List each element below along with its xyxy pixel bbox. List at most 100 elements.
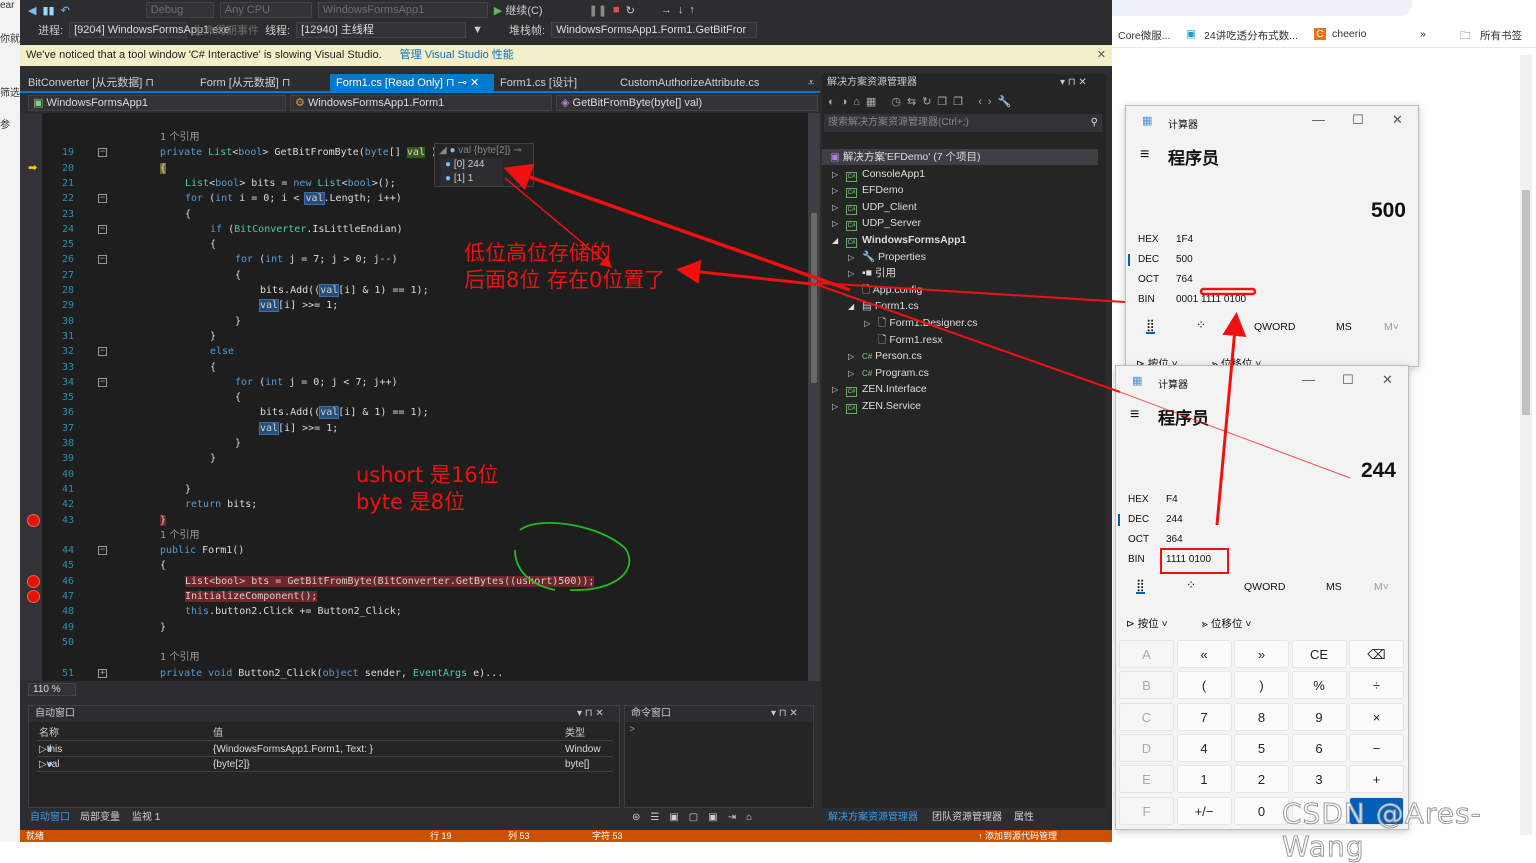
key-button[interactable]: E <box>1119 765 1174 793</box>
tab-overflow-icon[interactable]: ⩡ <box>802 74 820 92</box>
key-button[interactable]: ÷ <box>1349 671 1404 699</box>
key-button[interactable]: D <box>1119 734 1174 762</box>
tab-watch1[interactable]: 监视 1 <box>132 809 160 827</box>
data-tip-item[interactable]: ● [1] 1 <box>441 172 503 186</box>
key-button[interactable]: 7 <box>1177 703 1232 731</box>
address-bar[interactable] <box>1112 0 1412 16</box>
key-button[interactable]: CE <box>1292 640 1347 668</box>
code-line[interactable]: 37val[i] >>= 1; <box>20 421 810 436</box>
maximize-button[interactable]: ☐ <box>1342 372 1354 388</box>
process-select[interactable]: [9204] WindowsFormsApp1.exe <box>69 22 187 38</box>
key-button[interactable]: C <box>1119 703 1174 731</box>
tab-team-explorer[interactable]: 团队资源管理器 <box>932 809 1002 827</box>
restart-icon[interactable]: ↻ <box>626 4 635 17</box>
code-line[interactable]: 35{ <box>20 390 810 405</box>
tab-bitconverter[interactable]: BitConverter [从元数据] ⊓ <box>22 74 160 92</box>
key-button[interactable]: +/− <box>1177 797 1232 825</box>
tree-item[interactable]: ▷▪■ 引用 <box>848 265 896 281</box>
bit-toggle-icon[interactable]: ⁘ <box>1196 318 1206 332</box>
fold-toggle-icon[interactable]: − <box>98 546 107 555</box>
code-line[interactable]: 22−for (int i = 0; i < val.Length; i++) <box>20 191 810 206</box>
tree-item[interactable]: ▷🔧 Properties <box>848 249 926 265</box>
code-line[interactable]: 45{ <box>20 558 810 573</box>
code-line[interactable]: 51+private void Button2_Click(object sen… <box>20 666 810 681</box>
key-button[interactable]: ) <box>1234 671 1289 699</box>
code-line[interactable]: 33{ <box>20 360 810 375</box>
bookmark[interactable]: 所有书签 <box>1480 28 1522 43</box>
tab-properties[interactable]: 属性 <box>1014 809 1034 827</box>
bookmark[interactable]: cheerio <box>1332 28 1366 40</box>
keypad-icon[interactable]: ⣿ <box>1146 318 1155 334</box>
search-input[interactable]: 搜索解决方案资源管理器(Ctrl+;)⚲ <box>824 114 1102 132</box>
tree-item[interactable]: ◢C#WindowsFormsApp1 <box>832 232 966 248</box>
key-button[interactable]: A <box>1119 640 1174 668</box>
manage-performance-link[interactable]: 管理 Visual Studio 性能 <box>400 49 514 61</box>
code-line[interactable]: 24−if (BitConverter.IsLittleEndian) <box>20 222 810 237</box>
zoom-select[interactable]: 110 % <box>28 683 76 696</box>
radix-hex[interactable]: HEX1F4 <box>1138 234 1338 245</box>
code-line[interactable]: 32−else <box>20 344 810 359</box>
scrollbar[interactable] <box>1520 55 1532 835</box>
key-button[interactable]: 9 <box>1292 703 1347 731</box>
code-line[interactable]: 46List<bool> bts = GetBitFromByte(BitCon… <box>20 574 810 589</box>
code-line[interactable]: 30} <box>20 314 810 329</box>
memory-store-button[interactable]: MS <box>1336 321 1352 333</box>
radix-dec[interactable]: DEC500 <box>1138 254 1338 265</box>
key-button[interactable]: + <box>1349 765 1404 793</box>
code-line[interactable]: 47InitializeComponent(); <box>20 589 810 604</box>
member-select[interactable]: ◈ GetBitFromByte(byte[] val) <box>556 95 818 111</box>
code-line[interactable]: 27{ <box>20 268 810 283</box>
code-line[interactable]: 29val[i] >>= 1; <box>20 298 810 313</box>
key-button[interactable]: F <box>1119 797 1174 825</box>
tree-item[interactable]: 🗋 Form1.resx <box>864 332 942 348</box>
tree-item[interactable]: ◢▤ Form1.cs <box>848 298 919 314</box>
code-line[interactable]: 1 个引用 <box>20 528 810 543</box>
bitwise-dropdown[interactable]: ⊳ 按位 ˅ <box>1126 616 1168 631</box>
more-bookmarks-button[interactable]: » <box>1420 28 1426 40</box>
code-line[interactable]: 36bits.Add((val[i] & 1) == 1); <box>20 405 810 420</box>
tree-item[interactable]: ▷C#UDP_Server <box>832 215 921 231</box>
code-line[interactable]: 49} <box>20 620 810 635</box>
tree-item[interactable]: ▷C# Person.cs <box>848 348 922 364</box>
class-select[interactable]: ⚙ WindowsFormsApp1.Form1 <box>290 95 552 111</box>
tree-item[interactable]: ▷C#UDP_Client <box>832 199 917 215</box>
word-size-button[interactable]: QWORD <box>1244 581 1285 593</box>
key-button[interactable]: 6 <box>1292 734 1347 762</box>
code-editor[interactable]: 1 个引用19−private List<bool> GetBitFromByt… <box>20 113 820 681</box>
key-button[interactable]: 0 <box>1234 797 1289 825</box>
menu-icon[interactable]: ≡ <box>1140 146 1149 164</box>
key-button[interactable]: 8 <box>1234 703 1289 731</box>
keypad-icon[interactable]: ⣿ <box>1136 578 1145 594</box>
code-line[interactable]: 1 个引用 <box>20 130 810 145</box>
data-tip-item[interactable]: ● [0] 244 <box>441 158 503 172</box>
memory-list-button[interactable]: M˅ <box>1374 581 1389 593</box>
step-into-icon[interactable]: ↓ <box>678 4 684 16</box>
menu-icon[interactable]: ≡ <box>1130 406 1139 424</box>
close-button[interactable]: ✕ <box>1392 112 1403 128</box>
tab-solution-explorer[interactable]: 解决方案资源管理器 <box>828 809 918 827</box>
thread-select[interactable]: [12940] 主线程 <box>296 22 466 38</box>
tree-item[interactable]: ▷C#ZEN.Service <box>832 398 921 414</box>
stop-icon[interactable]: ■ <box>613 4 620 16</box>
step-over-icon[interactable]: → <box>661 4 672 16</box>
code-line[interactable]: 38} <box>20 436 810 451</box>
table-row[interactable]: ▷ ● val{byte[2]}byte[] <box>37 757 613 772</box>
pause-icon[interactable]: ❚❚ <box>589 4 607 17</box>
key-button[interactable]: × <box>1349 703 1404 731</box>
close-button[interactable]: ✕ <box>1382 372 1393 388</box>
radix-oct[interactable]: OCT764 <box>1138 274 1338 285</box>
editor-scrollbar[interactable] <box>808 113 820 681</box>
tree-item[interactable]: ▷C#ConsoleApp1 <box>832 166 925 182</box>
close-icon[interactable]: ✕ <box>1097 45 1106 66</box>
undo-icon[interactable]: ↶ <box>61 4 70 17</box>
config-select[interactable]: Debug <box>146 2 214 18</box>
fold-toggle-icon[interactable]: − <box>98 347 107 356</box>
code-line[interactable]: 25{ <box>20 237 810 252</box>
bit-toggle-icon[interactable]: ⁘ <box>1186 578 1196 592</box>
save-icon[interactable]: ▮▮ <box>42 4 54 17</box>
code-line[interactable]: 28bits.Add((val[i] & 1) == 1); <box>20 283 810 298</box>
code-line[interactable]: 31} <box>20 329 810 344</box>
tab-form1-readonly[interactable]: Form1.cs [Read Only] ⊓ ⊸ ✕ <box>330 74 494 92</box>
radix-dec[interactable]: DEC244 <box>1128 514 1328 525</box>
command-window[interactable]: 命令窗口▾ ⊓ ✕ > <box>624 705 814 808</box>
